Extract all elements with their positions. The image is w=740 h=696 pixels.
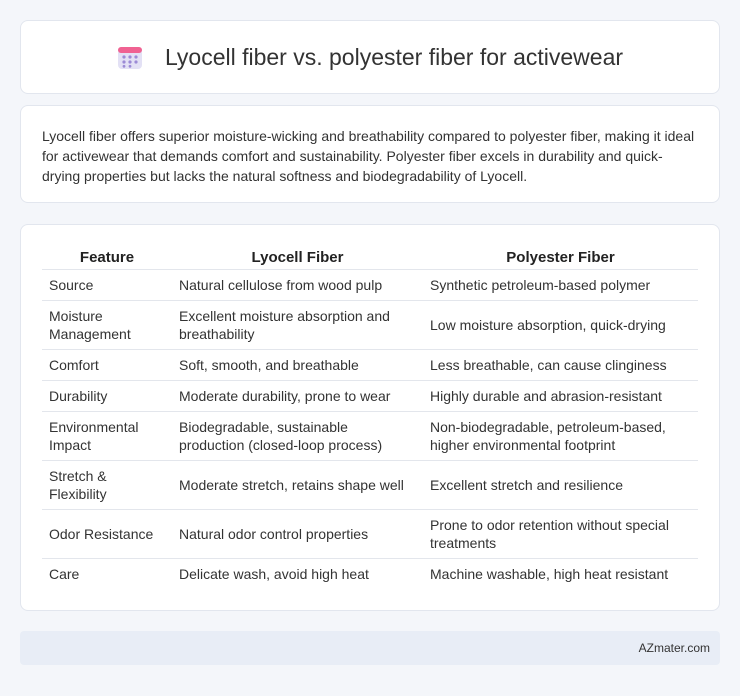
feature-cell: Care xyxy=(42,558,172,589)
feature-cell: Stretch & Flexibility xyxy=(42,460,172,509)
comparison-table-card: Feature Lyocell Fiber Polyester Fiber So… xyxy=(20,224,720,611)
polyester-cell: Excellent stretch and resilience xyxy=(423,460,698,509)
lyocell-cell: Moderate durability, prone to wear xyxy=(172,380,423,411)
table-row: Source Natural cellulose from wood pulp … xyxy=(42,269,698,300)
polyester-cell: Prone to odor retention without special … xyxy=(423,509,698,558)
polyester-cell: Highly durable and abrasion-resistant xyxy=(423,380,698,411)
comparison-table: Feature Lyocell Fiber Polyester Fiber So… xyxy=(42,243,698,589)
feature-cell: Environmental Impact xyxy=(42,411,172,460)
footer: AZmater.com xyxy=(20,631,720,665)
lyocell-cell: Biodegradable, sustainable production (c… xyxy=(172,411,423,460)
table-row: Odor Resistance Natural odor control pro… xyxy=(42,509,698,558)
polyester-cell: Non-biodegradable, petroleum-based, high… xyxy=(423,411,698,460)
table-row: Moisture Management Excellent moisture a… xyxy=(42,300,698,349)
feature-cell: Comfort xyxy=(42,349,172,380)
lyocell-cell: Excellent moisture absorption and breath… xyxy=(172,300,423,349)
polyester-cell: Less breathable, can cause clinginess xyxy=(423,349,698,380)
footer-brand: AZmater.com xyxy=(638,641,710,655)
title-card: Lyocell fiber vs. polyester fiber for ac… xyxy=(20,20,720,94)
table-row: Stretch & Flexibility Moderate stretch, … xyxy=(42,460,698,509)
feature-cell: Durability xyxy=(42,380,172,411)
column-header-feature: Feature xyxy=(79,249,135,266)
table-row: Comfort Soft, smooth, and breathable Les… xyxy=(42,349,698,380)
polyester-cell: Machine washable, high heat resistant xyxy=(423,558,698,589)
table-row: Care Delicate wash, avoid high heat Mach… xyxy=(42,558,698,589)
lyocell-cell: Natural cellulose from wood pulp xyxy=(172,269,423,300)
polyester-cell: Synthetic petroleum-based polymer xyxy=(423,269,698,300)
summary-text: Lyocell fiber offers superior moisture-w… xyxy=(42,128,695,184)
calendar-icon xyxy=(117,47,142,69)
lyocell-cell: Delicate wash, avoid high heat xyxy=(172,558,423,589)
lyocell-cell: Moderate stretch, retains shape well xyxy=(172,460,423,509)
page-title: Lyocell fiber vs. polyester fiber for ac… xyxy=(164,43,624,70)
feature-cell: Moisture Management xyxy=(42,300,172,349)
feature-cell: Odor Resistance xyxy=(42,509,172,558)
lyocell-cell: Soft, smooth, and breathable xyxy=(172,349,423,380)
lyocell-cell: Natural odor control properties xyxy=(172,509,423,558)
summary-card: Lyocell fiber offers superior moisture-w… xyxy=(20,105,720,203)
column-header-lyocell: Lyocell Fiber xyxy=(251,249,344,266)
table-header-row: Feature Lyocell Fiber Polyester Fiber xyxy=(42,243,698,269)
table-row: Environmental Impact Biodegradable, sust… xyxy=(42,411,698,460)
polyester-cell: Low moisture absorption, quick-drying xyxy=(423,300,698,349)
table-row: Durability Moderate durability, prone to… xyxy=(42,380,698,411)
feature-cell: Source xyxy=(42,269,172,300)
column-header-polyester: Polyester Fiber xyxy=(506,249,615,266)
